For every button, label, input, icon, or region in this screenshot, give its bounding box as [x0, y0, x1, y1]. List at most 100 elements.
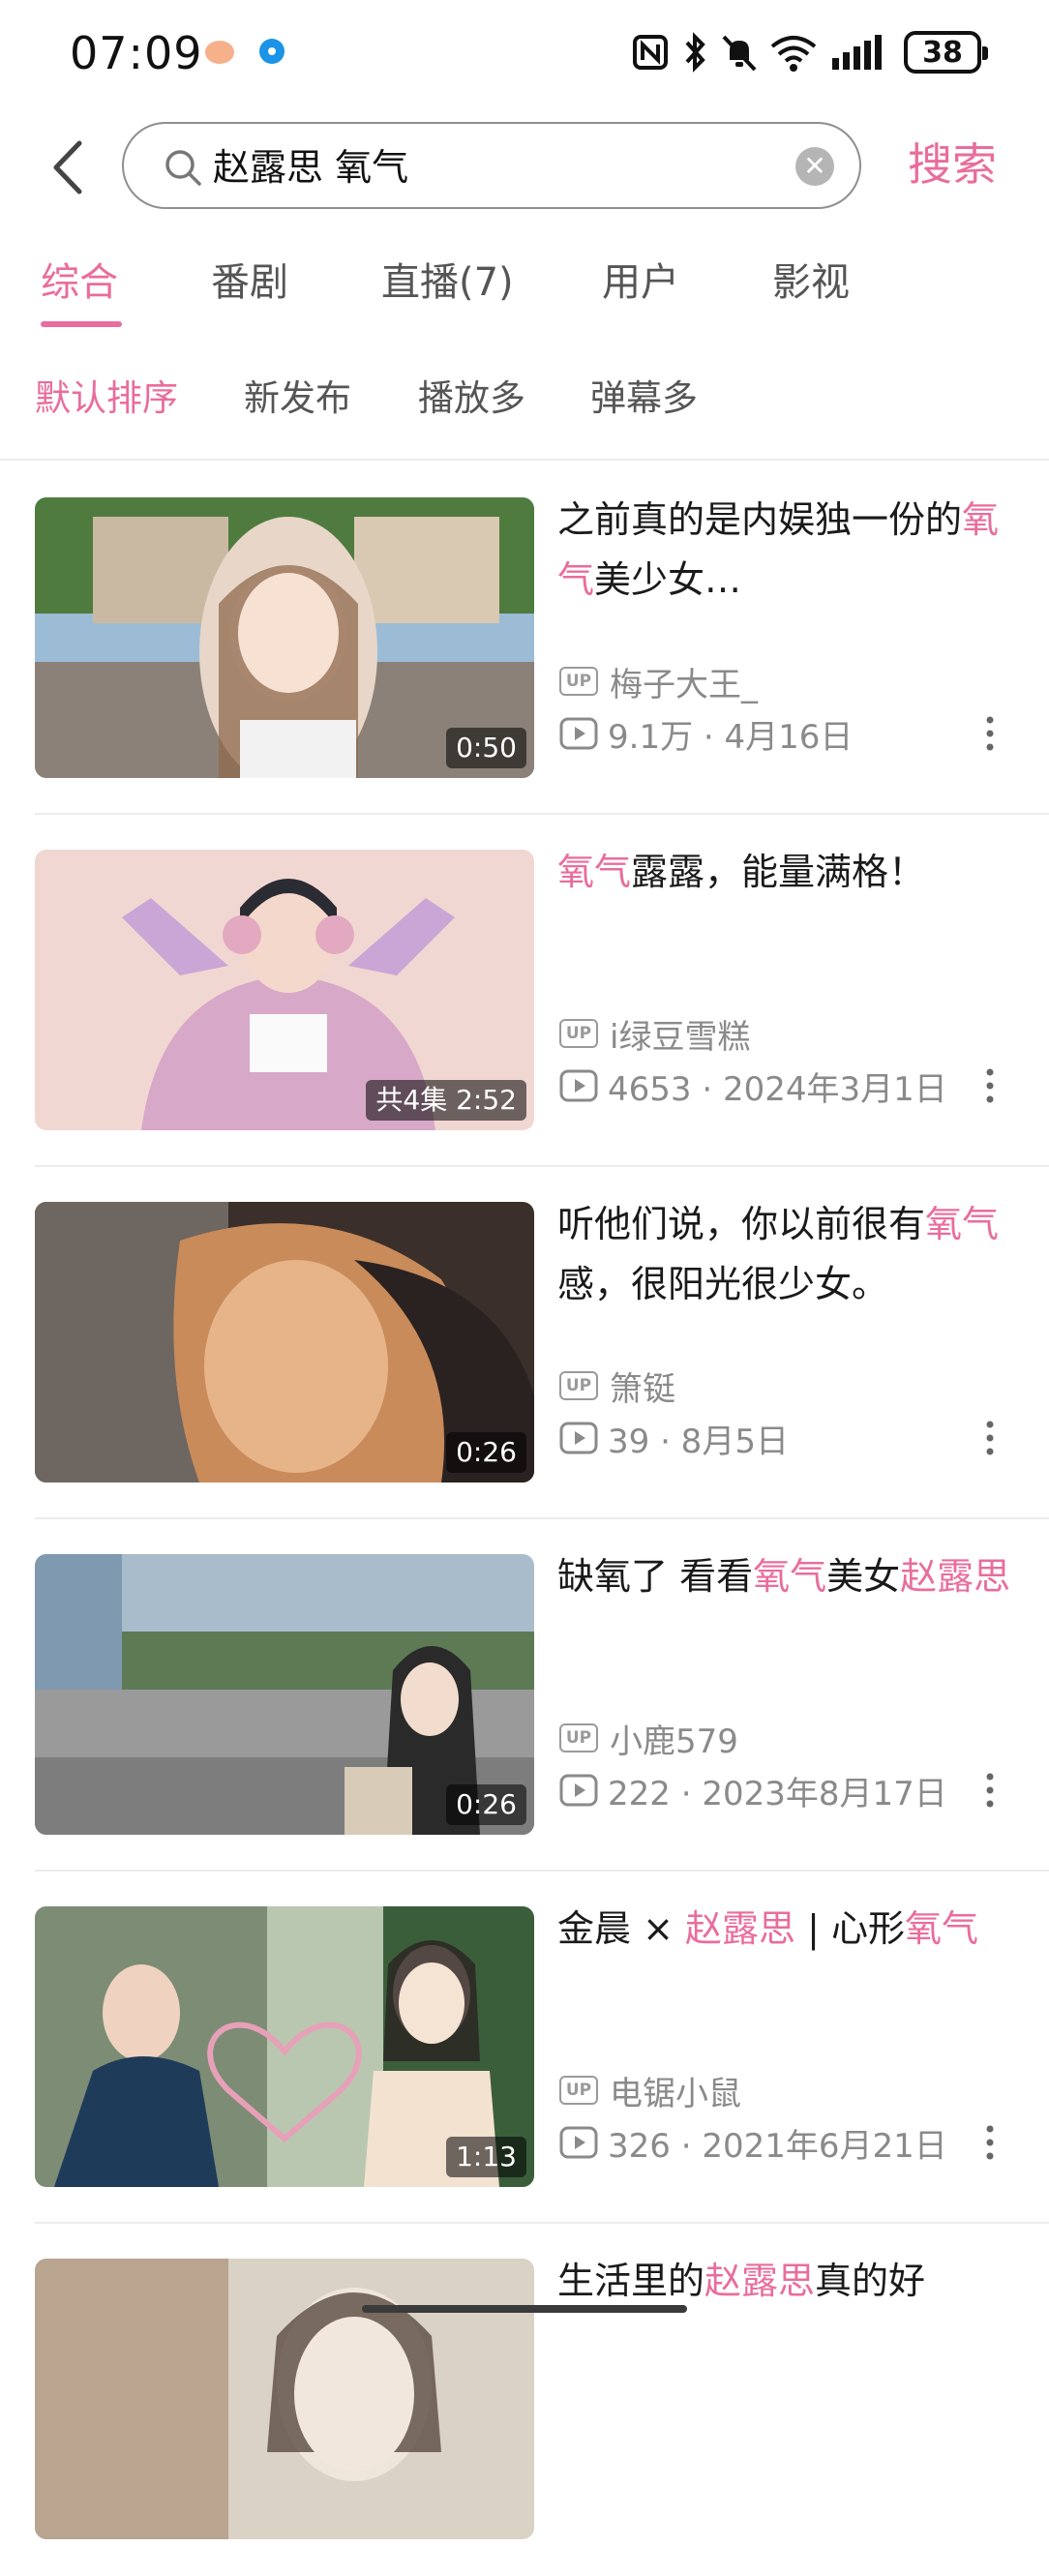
tab-live[interactable]: 直播(7) — [381, 255, 514, 310]
search-input[interactable]: 赵露思 氧气 ✕ — [122, 122, 861, 209]
video-thumbnail[interactable] — [35, 2259, 534, 2539]
search-icon — [165, 150, 201, 186]
title-text: 听他们说，你以前很有 — [557, 1203, 926, 1245]
video-duration: 0:26 — [446, 1784, 526, 1825]
play-count-icon — [559, 1069, 598, 1102]
category-tabs: 综合 番剧 直播(7) 用户 影视 — [0, 240, 1049, 337]
play-count-icon — [559, 1422, 598, 1454]
play-count-icon — [559, 1774, 598, 1807]
title-highlight: 氧气 — [557, 851, 632, 893]
play-count-icon — [559, 2126, 598, 2159]
battery-indicator: 38 — [904, 31, 988, 74]
video-thumbnail[interactable]: 0:26 — [35, 1554, 534, 1835]
video-title[interactable]: 氧气露露，能量满格！ — [557, 842, 1022, 902]
up-badge-icon: UP — [559, 1723, 598, 1752]
play-count-icon — [559, 717, 598, 750]
video-thumbnail[interactable]: 0:26 — [35, 1202, 534, 1483]
tab-comprehensive[interactable]: 综合 — [41, 255, 118, 310]
video-title[interactable]: 金晨 × 赵露思 | 心形氧气 — [557, 1899, 1022, 1959]
video-duration: 0:50 — [446, 728, 526, 768]
title-highlight: 氧气 — [753, 1555, 827, 1598]
list-item[interactable]: 0:26 缺氧了 看看氧气美女赵露思 UP 小鹿579 222 · 2023年8… — [0, 1519, 1049, 1872]
video-duration: 共4集 2:52 — [366, 1080, 526, 1121]
more-options-icon[interactable] — [983, 2123, 997, 2162]
video-duration: 1:13 — [446, 2137, 526, 2177]
uploader-row[interactable]: UP i绿豆雪糕 — [559, 1012, 751, 1057]
title-highlight: 赵露思 — [685, 1907, 796, 1950]
uploader-name: 小鹿579 — [610, 1722, 738, 1761]
active-tab-indicator — [41, 321, 122, 327]
bluetooth-icon — [685, 32, 705, 73]
search-query[interactable]: 赵露思 氧气 — [213, 141, 408, 194]
video-stats: 39 · 8月5日 — [559, 1417, 789, 1461]
title-text: 美少女… — [594, 558, 742, 601]
video-title[interactable]: 之前真的是内娱独一份的氧气美少女… — [557, 490, 1022, 610]
tab-film-tv[interactable]: 影视 — [772, 255, 850, 310]
divider — [0, 459, 1049, 461]
mute-icon — [722, 35, 757, 72]
title-text: 之前真的是内娱独一份的 — [557, 498, 963, 541]
video-thumbnail[interactable]: 共4集 2:52 — [35, 850, 534, 1130]
stats-text: 222 · 2023年8月17日 — [608, 1774, 947, 1813]
signal-icon — [832, 35, 882, 70]
title-text: 缺氧了 看看 — [557, 1555, 754, 1598]
status-time: 07:09 — [70, 27, 203, 79]
uploader-row[interactable]: UP 箫铤 — [559, 1364, 675, 1409]
home-indicator[interactable] — [362, 2305, 687, 2313]
uploader-name: i绿豆雪糕 — [610, 1017, 751, 1057]
more-options-icon[interactable] — [983, 1771, 997, 1810]
title-highlight: 氧气 — [904, 1907, 978, 1950]
video-duration: 0:26 — [446, 1432, 526, 1473]
title-text: 真的好 — [815, 2260, 926, 2302]
tab-bangumi[interactable]: 番剧 — [211, 255, 288, 310]
up-badge-icon: UP — [559, 1371, 598, 1400]
sort-most-played[interactable]: 播放多 — [418, 370, 525, 428]
video-thumbnail[interactable]: 0:50 — [35, 497, 534, 778]
search-button[interactable]: 搜索 — [908, 134, 997, 195]
list-item[interactable]: 共4集 2:52 氧气露露，能量满格！ UP i绿豆雪糕 4653 · 2024… — [0, 815, 1049, 1167]
list-item[interactable]: 生活里的赵露思真的好 — [0, 2224, 1049, 2576]
sort-most-danmaku[interactable]: 弹幕多 — [590, 370, 698, 428]
title-text: 金晨 × — [557, 1907, 685, 1950]
video-title[interactable]: 听他们说，你以前很有氧气感，很阳光很少女。 — [557, 1194, 1022, 1314]
stats-text: 39 · 8月5日 — [608, 1422, 789, 1461]
sort-newest[interactable]: 新发布 — [244, 370, 351, 428]
back-arrow-icon[interactable] — [46, 137, 95, 197]
title-highlight: 赵露思 — [704, 2260, 816, 2302]
video-stats: 4653 · 2024年3月1日 — [559, 1064, 947, 1109]
video-stats: 9.1万 · 4月16日 — [559, 712, 854, 757]
status-bar: 07:09 38 — [0, 0, 1049, 106]
up-badge-icon: UP — [559, 1019, 598, 1048]
video-stats: 326 · 2021年6月21日 — [559, 2121, 947, 2166]
title-highlight: 氧气 — [925, 1203, 1000, 1245]
video-thumbnail[interactable]: 1:13 — [35, 1906, 534, 2187]
weibo-icon — [205, 41, 234, 64]
list-item[interactable]: 0:50 之前真的是内娱独一份的氧气美少女… UP 梅子大王_ 9.1万 · 4… — [0, 463, 1049, 815]
title-text: 露露，能量满格！ — [631, 851, 926, 893]
video-title[interactable]: 生活里的赵露思真的好 — [557, 2251, 1022, 2311]
uploader-row[interactable]: UP 电锯小鼠 — [559, 2069, 741, 2113]
title-text: 感，很阳光很少女。 — [557, 1263, 889, 1305]
title-highlight: 赵露思 — [900, 1555, 1011, 1598]
thumbnail-image — [35, 2259, 534, 2539]
video-title[interactable]: 缺氧了 看看氧气美女赵露思 — [557, 1546, 1022, 1606]
search-header: 赵露思 氧气 ✕ 搜索 — [0, 114, 1049, 221]
tab-users[interactable]: 用户 — [602, 255, 679, 310]
title-text: | 心形 — [795, 1907, 905, 1950]
more-options-icon[interactable] — [983, 1066, 997, 1105]
sort-default[interactable]: 默认排序 — [35, 370, 178, 428]
uploader-name: 梅子大王_ — [610, 665, 758, 704]
list-item[interactable]: 1:13 金晨 × 赵露思 | 心形氧气 UP 电锯小鼠 326 · 2021年… — [0, 1872, 1049, 2224]
uploader-row[interactable]: UP 梅子大王_ — [559, 660, 758, 704]
sort-options: 默认排序 新发布 播放多 弹幕多 — [0, 370, 1049, 437]
video-stats: 222 · 2023年8月17日 — [559, 1769, 947, 1813]
stats-text: 9.1万 · 4月16日 — [608, 717, 854, 757]
more-options-icon[interactable] — [983, 714, 997, 753]
nfc-icon — [633, 35, 668, 70]
more-options-icon[interactable] — [983, 1419, 997, 1457]
wifi-icon — [770, 36, 817, 72]
uploader-row[interactable]: UP 小鹿579 — [559, 1717, 738, 1761]
clear-icon[interactable]: ✕ — [795, 147, 834, 186]
stats-text: 4653 · 2024年3月1日 — [608, 1069, 947, 1109]
list-item[interactable]: 0:26 听他们说，你以前很有氧气感，很阳光很少女。 UP 箫铤 39 · 8月… — [0, 1167, 1049, 1519]
